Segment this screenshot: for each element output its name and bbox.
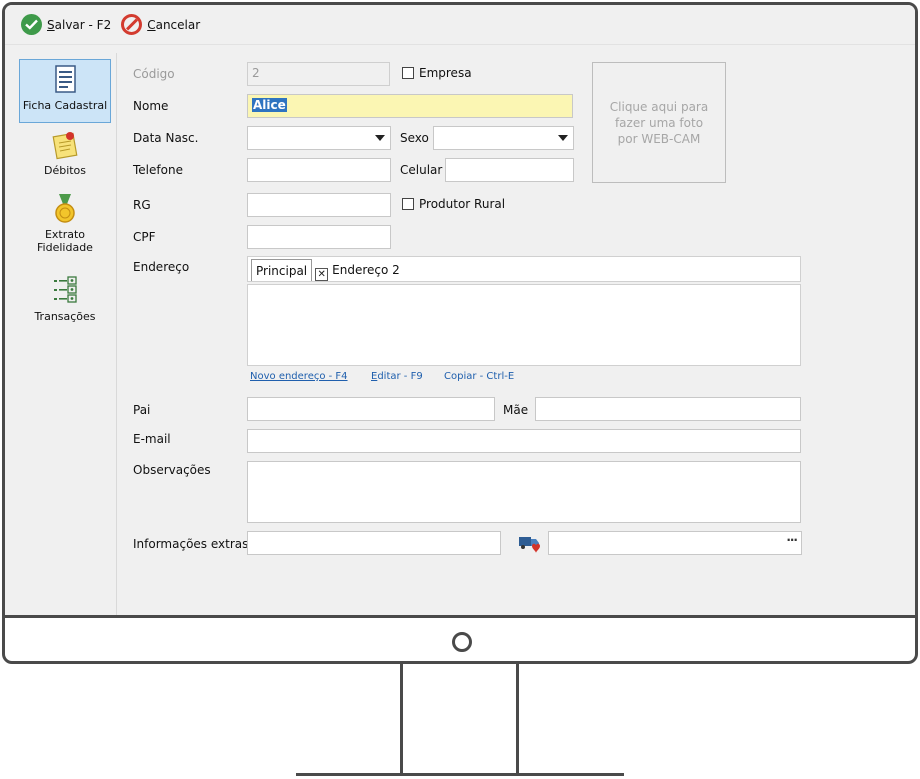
cancel-button[interactable]: Cancelar [121, 14, 200, 35]
codigo-field: 2 [247, 62, 390, 86]
chevron-down-icon [375, 135, 385, 141]
sidebar-item-label: Débitos [43, 164, 87, 177]
novo-endereco-link[interactable]: Novo endereço - F4 [250, 371, 348, 382]
address-tabs: Principal ✕ Endereço 2 [247, 256, 801, 282]
tab-label: Principal [256, 263, 308, 278]
link-text: ditar - F9 [377, 371, 423, 382]
checkmark-icon [21, 14, 42, 35]
empresa-checkbox[interactable]: Empresa [402, 66, 472, 80]
toolbar: Salvar - F2 Cancelar [5, 5, 915, 45]
observacoes-label: Observações [133, 463, 211, 477]
rg-label: RG [133, 198, 151, 212]
data-nasc-label: Data Nasc. [133, 131, 199, 145]
email-input[interactable] [247, 429, 801, 453]
nome-label: Nome [133, 99, 169, 113]
sidebar-item-label: Ficha Cadastral [22, 99, 108, 112]
monitor-frame: Salvar - F2 Cancelar Ficha Cadastral Déb… [2, 2, 918, 664]
email-label: E-mail [133, 432, 171, 446]
informacoes-extras-label: Informações extras [133, 537, 249, 551]
delivery-truck-heart-icon[interactable] [518, 532, 542, 554]
cpf-input[interactable] [247, 225, 391, 249]
celular-input[interactable] [445, 158, 574, 182]
telefone-input[interactable] [247, 158, 391, 182]
ellipsis-button[interactable]: ··· [786, 533, 798, 547]
screen-bezel-divider [5, 615, 915, 618]
close-icon[interactable]: ✕ [315, 268, 329, 281]
sidebar-item-debitos[interactable]: Débitos [19, 129, 111, 185]
sidebar-item-transacoes[interactable]: Transações [19, 275, 111, 329]
cpf-label: CPF [133, 230, 156, 244]
tab-principal[interactable]: Principal [251, 259, 313, 281]
note-pin-icon [52, 132, 78, 160]
sexo-select[interactable] [433, 126, 574, 150]
sidebar-item-ficha-cadastral[interactable]: Ficha Cadastral [19, 59, 111, 123]
address-content [247, 284, 801, 366]
save-button-label: Salvar - F2 [47, 17, 112, 32]
endereco-label: Endereço [133, 260, 190, 274]
editar-link[interactable]: Editar - F9 [371, 371, 423, 382]
sidebar: Ficha Cadastral Débitos Extrato Fidelida… [17, 53, 117, 615]
power-button-icon [452, 632, 472, 652]
empresa-label: Empresa [419, 66, 472, 80]
extra-lookup-field[interactable]: ··· [548, 531, 802, 555]
client-form: Código 2 Empresa Clique aqui para fazer … [117, 45, 915, 615]
mae-label: Mãe [503, 403, 529, 417]
link-text: Copiar - Ctrl-E [444, 371, 515, 382]
informacoes-extras-input[interactable] [247, 531, 501, 555]
medal-icon [55, 194, 75, 223]
monitor-base [296, 773, 624, 776]
tab-endereco-2[interactable]: Endereço 2 [328, 259, 404, 281]
nome-selected-text: Alice [252, 98, 287, 112]
observacoes-textarea[interactable] [247, 461, 801, 523]
monitor-stand [400, 664, 403, 776]
sidebar-item-label: Extrato Fidelidade [37, 228, 93, 254]
pai-input[interactable] [247, 397, 495, 421]
link-text: Novo endereço - F4 [250, 371, 348, 382]
checkbox-box[interactable] [402, 67, 414, 79]
pai-label: Pai [133, 403, 151, 417]
app-window: Salvar - F2 Cancelar Ficha Cadastral Déb… [5, 5, 915, 615]
cancel-button-label: Cancelar [147, 17, 201, 32]
copiar-link[interactable]: Copiar - Ctrl-E [444, 371, 514, 382]
chevron-down-icon [558, 135, 568, 141]
nome-input[interactable]: Alice [247, 94, 573, 118]
monitor-stand [516, 664, 519, 776]
produtor-rural-label: Produtor Rural [419, 197, 506, 211]
form-document-icon [55, 65, 76, 93]
mae-input[interactable] [535, 397, 801, 421]
data-nasc-select[interactable] [247, 126, 391, 150]
sidebar-item-extrato-fidelidade[interactable]: Extrato Fidelidade [19, 193, 111, 263]
webcam-photo-text: Clique aqui para fazer uma foto por WEB-… [609, 99, 709, 146]
transactions-list-icon [54, 276, 77, 303]
tab-label: Endereço 2 [332, 263, 400, 277]
codigo-label: Código [133, 67, 175, 81]
celular-label: Celular [400, 163, 443, 177]
save-button[interactable]: Salvar - F2 [21, 14, 111, 35]
checkbox-box[interactable] [402, 198, 414, 210]
cancel-icon [121, 14, 143, 35]
produtor-rural-checkbox[interactable]: Produtor Rural [402, 197, 505, 211]
webcam-photo-button[interactable]: Clique aqui para fazer uma foto por WEB-… [592, 62, 726, 183]
rg-input[interactable] [247, 193, 391, 217]
sexo-label: Sexo [400, 131, 429, 145]
sidebar-item-label: Transações [34, 310, 96, 323]
telefone-label: Telefone [133, 163, 183, 177]
